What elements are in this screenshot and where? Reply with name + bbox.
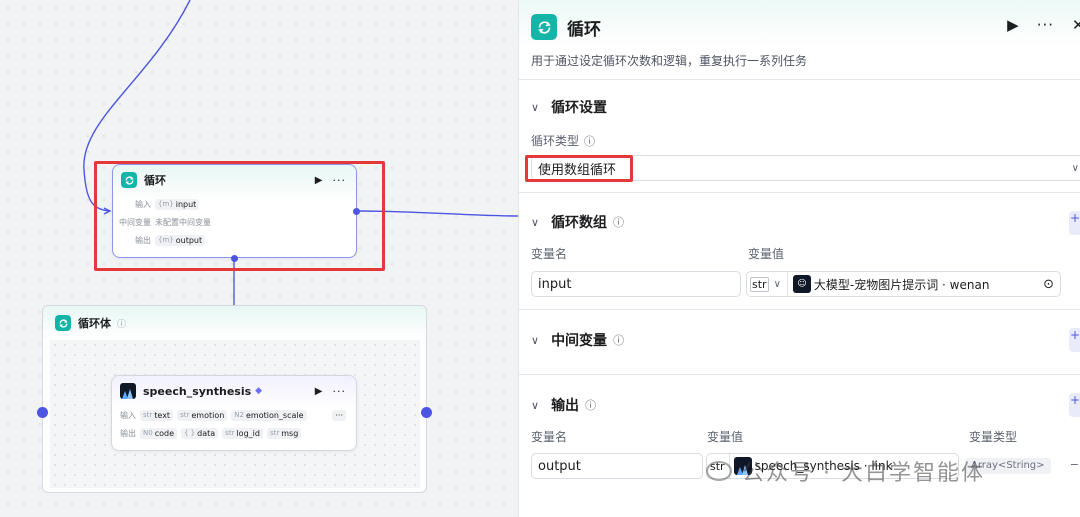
var-name: data [197,428,216,438]
var-value-ref[interactable]: str ∨ ☺ 大模型-宠物图片提示词 · wenan ⊙ [746,271,1061,297]
output-label: 输出 [120,428,136,438]
section-title: 循环数组 [551,215,608,231]
play-icon[interactable]: ▶ [315,386,323,397]
input-value: output [538,458,581,474]
type-tag: str [143,411,153,419]
section-title: 输出 [551,398,580,414]
var-name: emotion_scale [246,410,304,420]
output-name-input[interactable]: output [531,453,703,479]
speech-node-title: speech_synthesis [143,384,252,398]
robot-icon: ☺ [792,275,811,293]
watermark: 公众号 · 大白学智能体 [706,455,985,487]
close-icon[interactable]: ✕ [1072,16,1080,34]
loop-array-section: ∨ 循环数组 ⓘ + 变量名 变量值 input str ∨ ☺ 大模型-宠物图… [519,193,1080,310]
panel-title: 循环 [567,19,601,40]
more-inputs-chip[interactable]: ··· [332,409,346,421]
chevron-down-icon: ∨ [1071,162,1079,174]
play-icon[interactable]: ▶ [1007,16,1019,34]
type-tag: str [180,411,190,419]
output-port[interactable] [353,208,360,215]
target-icon[interactable]: ⊙ [1043,277,1054,292]
info-icon[interactable]: ⓘ [613,214,624,230]
ref-text: 大模型-宠物图片提示词 · wenan [813,277,990,292]
type-tag: { } [184,429,196,437]
type-tag: str [269,429,280,437]
output-chip: { } data [181,427,219,439]
type-tag: N2 [234,411,244,419]
col-type-label: 变量类型 [969,430,1018,444]
remove-icon[interactable]: − [1070,458,1079,471]
col-value-label: 变量值 [707,430,744,444]
type-tag: N0 [143,429,153,437]
node-config-panel: 循环 ▶ ··· ✕ 用于通过设定循环次数和逻辑，重复执行一系列任务 ∨ 循环设… [518,0,1080,517]
label-text: 循环类型 [531,134,580,148]
var-name: emotion [191,410,225,420]
body-port[interactable] [231,255,238,262]
var-name: log_id [236,428,260,438]
var-name-input[interactable]: input [531,271,741,297]
chevron-down-icon[interactable]: ∨ [531,399,539,412]
info-icon[interactable]: ⓘ [613,332,624,348]
var-name: text [154,410,171,420]
var-name: code [154,428,174,438]
more-icon[interactable]: ··· [333,385,347,398]
info-icon[interactable]: ⓘ [584,133,595,149]
type-tag: str [225,429,235,437]
watermark-text: 公众号 · 大白学智能体 [742,461,985,486]
add-item-button[interactable]: + [1069,211,1080,235]
highlight-annotation [525,155,633,182]
output-chip: str msg [266,427,302,439]
verified-icon: ◆ [255,386,263,396]
wechat-icon [706,461,732,481]
output-chip: str log_id [222,427,263,439]
chevron-down-icon[interactable]: ∨ [531,216,539,229]
output-chip: N0 code [140,427,177,439]
speech-synthesis-node[interactable]: speech_synthesis ◆ ▶ ··· 输入 str text str e… [111,375,357,451]
output-section: ∨ 输出 ⓘ + 变量名 变量值 变量类型 output str speech_… [519,375,1080,517]
section-title: 循环设置 [551,100,608,116]
speech-input-row: 输入 str text str emotion N2 emotion_scale ··… [112,406,356,424]
add-item-button[interactable]: + [1069,393,1080,417]
loop-body-title: 循环体 [78,317,111,330]
loop-body-start-port[interactable] [37,407,48,418]
chevron-down-icon[interactable]: ∨ [531,101,539,114]
loop-body-end-port[interactable] [421,407,432,418]
input-label: 输入 [120,410,136,420]
panel-description: 用于通过设定循环次数和逻辑，重复执行一系列任务 [531,54,808,68]
input-chip: str emotion [177,409,228,421]
input-chip: str text [140,409,174,421]
speech-output-row: 输出 N0 code { } data str log_id str msg [112,424,356,442]
section-title: 中间变量 [551,333,608,349]
loop-type-label: 循环类型 ⓘ [531,132,595,149]
loop-icon [531,14,557,40]
input-value: input [538,276,572,292]
chevron-down-icon[interactable]: ∨ [774,279,781,290]
col-name-label: 变量名 [531,430,568,444]
type-tag: str [750,276,769,292]
input-chip: N2 emotion_scale [231,409,307,421]
col-name-label: 变量名 [531,247,568,261]
middle-vars-section: ∨ 中间变量 ⓘ + [519,310,1080,375]
more-icon[interactable]: ··· [1037,16,1054,34]
speech-plugin-icon [120,383,136,399]
panel-header: 循环 ▶ ··· ✕ 用于通过设定循环次数和逻辑，重复执行一系列任务 [519,0,1080,80]
chevron-down-icon[interactable]: ∨ [531,334,539,347]
add-item-button[interactable]: + [1069,328,1080,352]
info-icon[interactable]: ⓘ [585,397,596,413]
col-value-label: 变量值 [748,247,785,261]
info-icon[interactable]: ⓘ [117,317,126,330]
highlight-annotation [94,161,385,271]
loop-icon [55,315,71,331]
var-name: msg [281,428,299,438]
